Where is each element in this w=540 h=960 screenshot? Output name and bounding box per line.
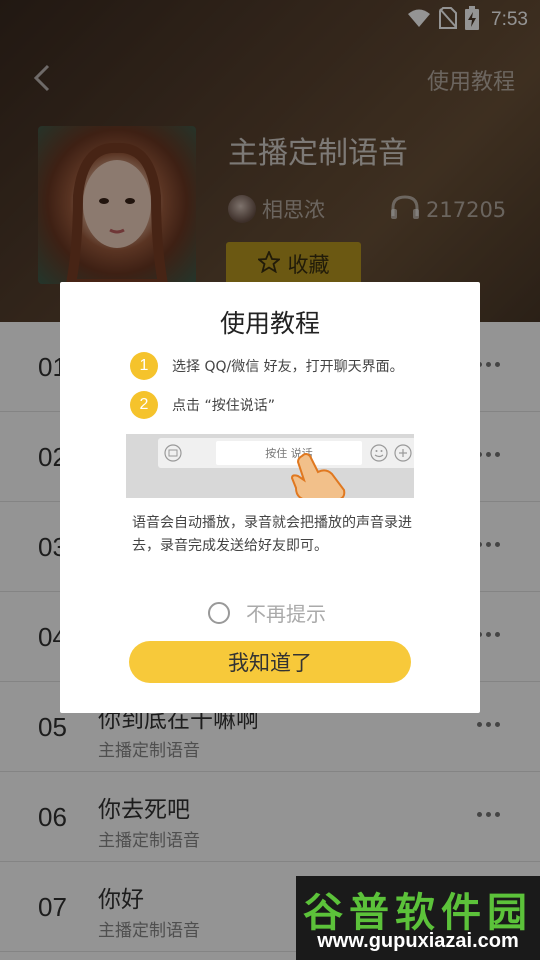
step-text: 选择 QQ/微信 好友，打开聊天界面。 <box>172 359 404 375</box>
watermark-url: www.gupuxiazai.com <box>317 930 519 952</box>
tutorial-description: 语音会自动播放，录音就会把播放的声音录进去，录音完成发送给好友即可。 <box>132 515 412 554</box>
step-number-badge: 1 <box>130 352 158 380</box>
no-remind-label: 不再提示 <box>246 602 326 626</box>
chat-input-bar: 按住 说话 <box>158 438 414 468</box>
emoji-icon <box>370 444 388 466</box>
no-remind-option[interactable]: 不再提示 <box>208 598 326 627</box>
step-number-badge: 2 <box>130 391 158 419</box>
plus-icon <box>394 444 412 466</box>
tutorial-step-2: 2 点击 “按住说话” <box>130 391 275 419</box>
tutorial-dialog: 使用教程 1 选择 QQ/微信 好友，打开聊天界面。 2 点击 “按住说话” 按… <box>60 282 480 713</box>
step-text: 点击 “按住说话” <box>172 398 275 414</box>
dialog-title: 使用教程 <box>219 309 320 338</box>
confirm-button[interactable]: 我知道了 <box>129 641 411 683</box>
tutorial-step-1: 1 选择 QQ/微信 好友，打开聊天界面。 <box>130 352 404 380</box>
radio-button-icon[interactable] <box>208 601 230 624</box>
tutorial-illustration: 按住 说话 <box>126 434 414 498</box>
pointing-hand-icon <box>288 450 348 498</box>
site-watermark: 谷普软件园 www.gupuxiazai.com <box>296 876 540 960</box>
keyboard-icon <box>164 444 182 466</box>
